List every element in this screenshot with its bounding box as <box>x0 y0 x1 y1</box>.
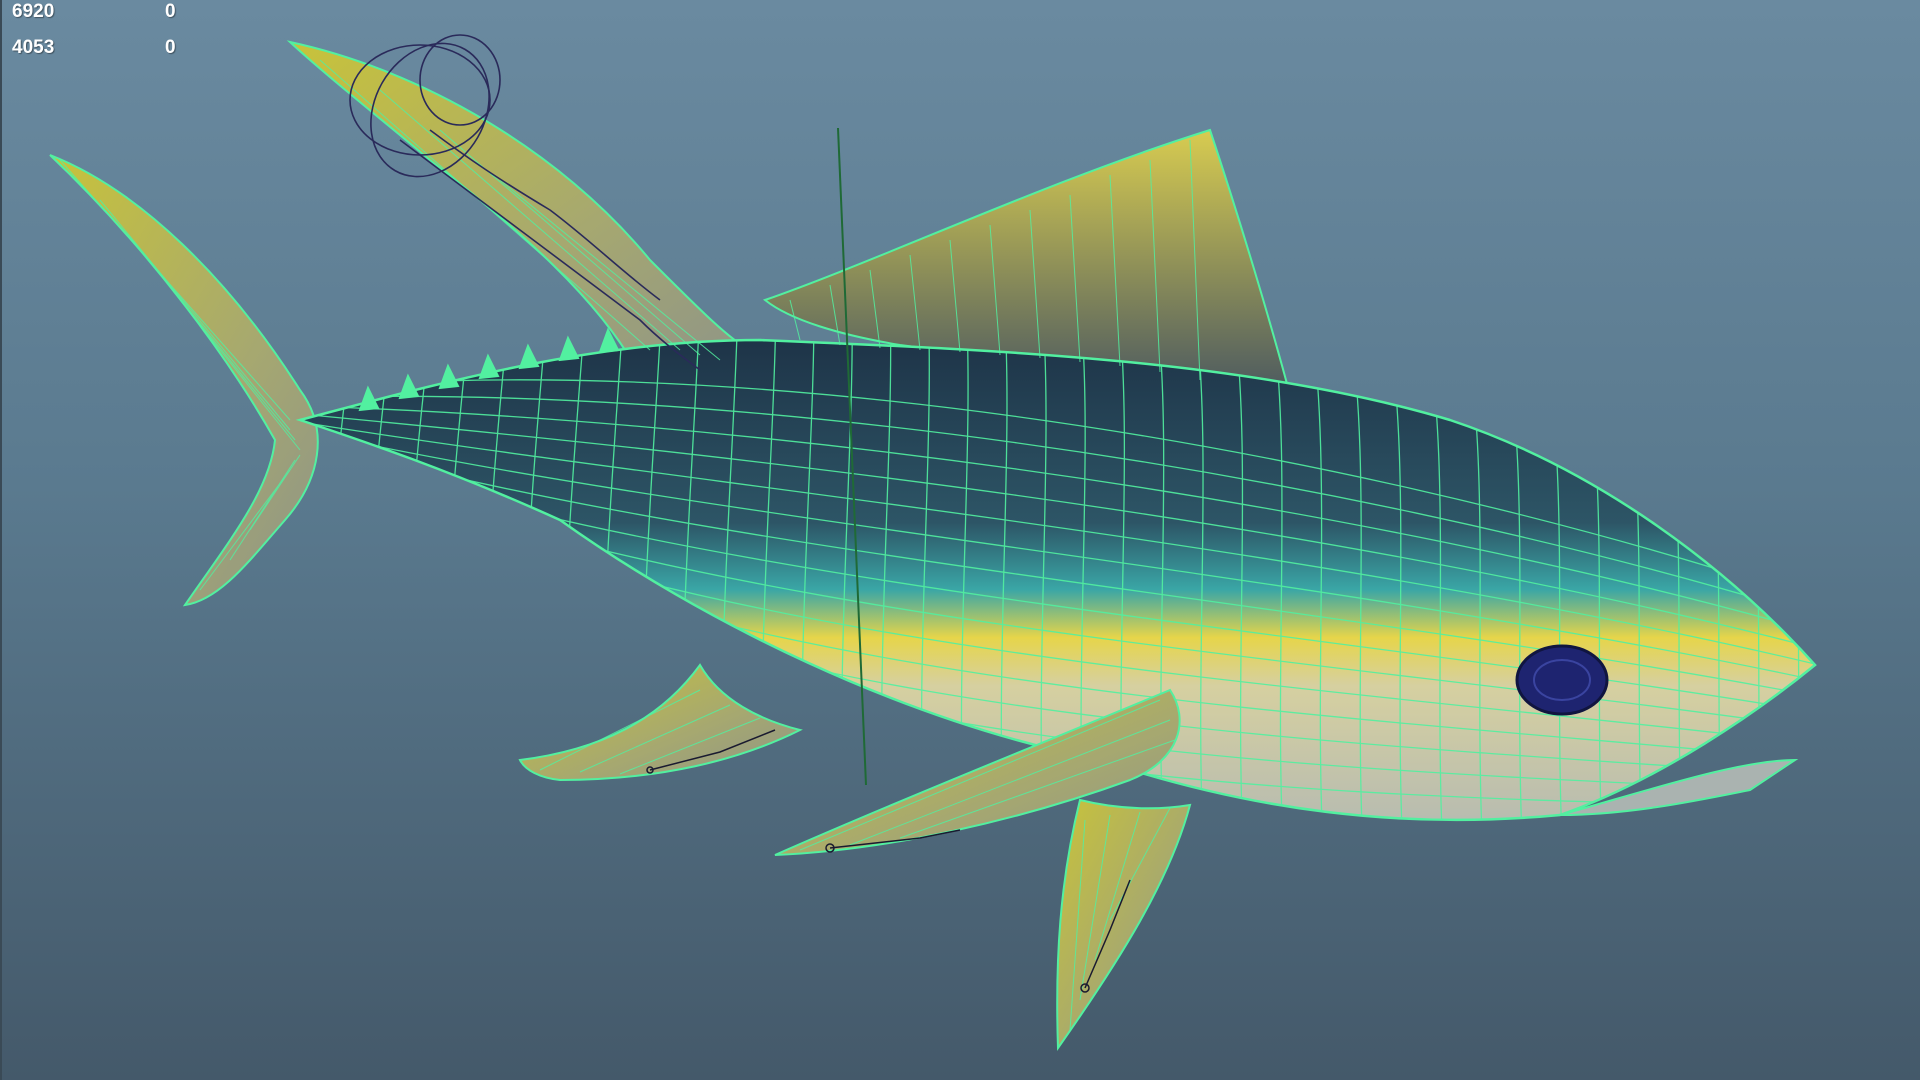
tail-fin[interactable] <box>49 154 319 607</box>
3d-viewport[interactable]: 6920 0 4053 0 <box>0 0 1920 1080</box>
hud-row-faces: 4053 0 <box>12 37 202 63</box>
scene-canvas[interactable] <box>0 0 1920 1080</box>
second-dorsal-fin[interactable] <box>286 40 753 377</box>
hud-count: 6920 <box>12 1 55 22</box>
hud-selected: 0 <box>165 1 176 22</box>
eye-icon <box>1515 644 1609 716</box>
hud-count: 4053 <box>12 37 55 58</box>
poly-count-hud: 6920 0 4053 0 <box>0 0 200 70</box>
hud-row-vertices: 6920 0 <box>12 1 202 27</box>
anal-fin[interactable] <box>518 663 803 782</box>
hud-selected: 0 <box>165 37 176 58</box>
